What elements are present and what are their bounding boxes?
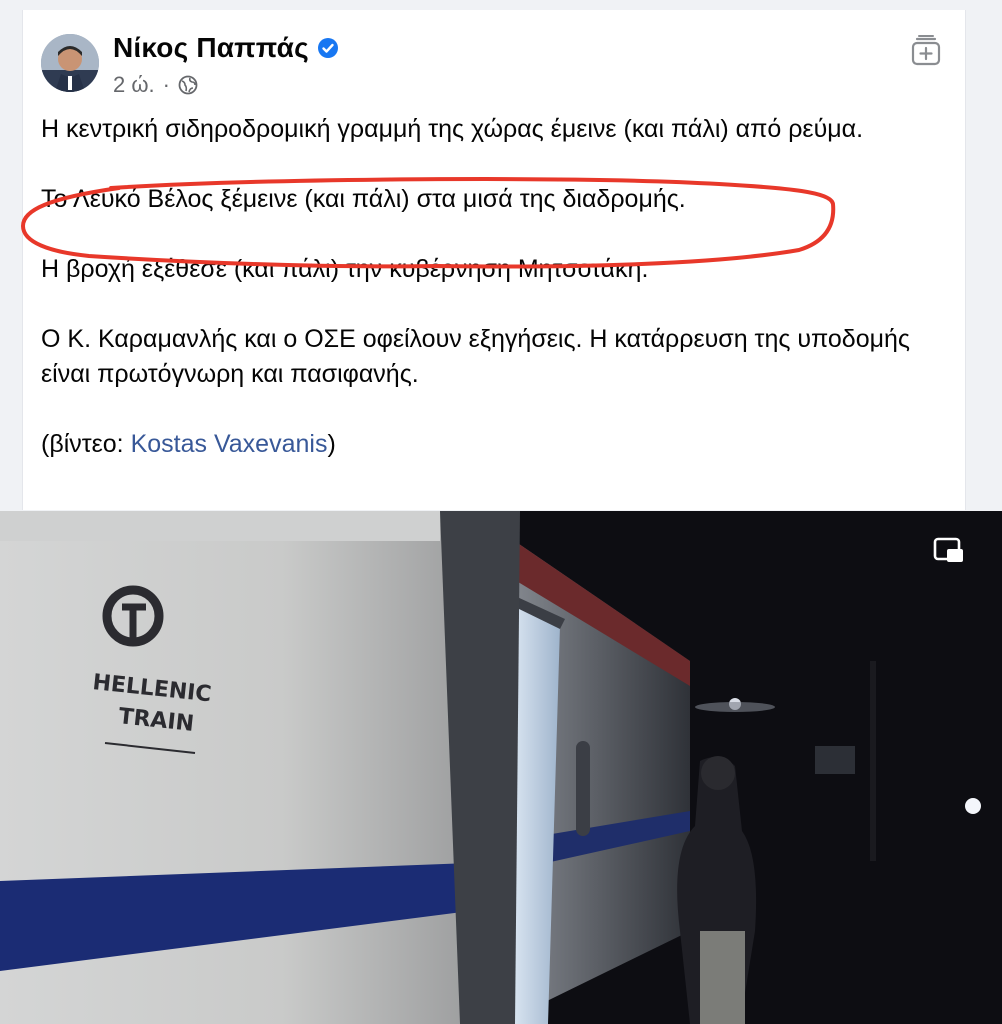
post-body: Η κεντρική σιδηροδρομική γραμμή της χώρα… <box>41 112 941 462</box>
hand-drawn-highlight-circle <box>20 177 836 269</box>
credit-suffix: ) <box>327 430 336 458</box>
author-name[interactable]: Νίκος Παππάς <box>113 32 309 64</box>
globe-icon[interactable] <box>178 75 198 95</box>
credit-prefix: (βίντεο: <box>41 430 131 458</box>
save-post-icon[interactable] <box>909 34 943 68</box>
verified-badge-icon <box>317 38 338 58</box>
post-timestamp[interactable]: 2 ώ. <box>113 72 155 98</box>
video-credit: (βίντεο: Kostas Vaxevanis) <box>41 427 941 462</box>
post-paragraph: Η κεντρική σιδηροδρομική γραμμή της χώρα… <box>41 115 864 143</box>
author-avatar[interactable] <box>41 34 99 92</box>
post-card: Νίκος Παππάς 2 ώ. · Η κεντρική σιδηροδρο… <box>20 10 966 510</box>
picture-in-picture-icon[interactable] <box>932 536 968 566</box>
meta-separator: · <box>162 72 170 97</box>
credit-link[interactable]: Kostas Vaxevanis <box>131 430 328 458</box>
post-paragraph: Ο Κ. Καραμανλής και ο ΟΣΕ οφείλουν εξηγή… <box>41 325 910 388</box>
video-player[interactable]: HELLENIC TRAIN <box>0 511 1002 1024</box>
